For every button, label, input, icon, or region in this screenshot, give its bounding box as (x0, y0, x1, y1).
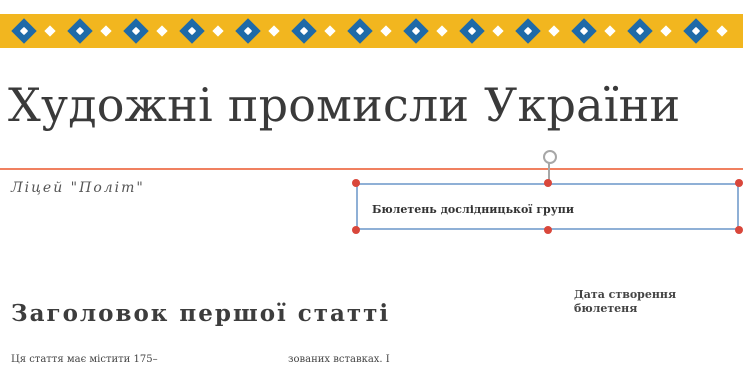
diamond-ornament-icon (460, 19, 484, 43)
bulletin-textbox[interactable]: Бюлетень дослідницької групи (356, 183, 739, 230)
border-motif (8, 14, 64, 48)
resize-handle-icon[interactable] (352, 226, 360, 234)
document-page: Художні промисли України Ліцей "Політ" Б… (0, 0, 743, 369)
diamond-ornament-icon (516, 19, 540, 43)
border-motif (456, 14, 512, 48)
bulletin-label[interactable]: Бюлетень дослідницької групи (372, 203, 574, 216)
resize-handle-icon[interactable] (544, 226, 552, 234)
dot-ornament-icon (492, 25, 504, 37)
dot-ornament-icon (436, 25, 448, 37)
dot-ornament-icon (268, 25, 280, 37)
title-divider (0, 168, 743, 170)
dot-ornament-icon (604, 25, 616, 37)
border-motif (512, 14, 568, 48)
diamond-ornament-icon (180, 19, 204, 43)
border-motif (568, 14, 624, 48)
border-motif (64, 14, 120, 48)
dot-ornament-icon (660, 25, 672, 37)
border-motif-row (8, 14, 736, 48)
diamond-ornament-icon (684, 19, 708, 43)
dot-ornament-icon (324, 25, 336, 37)
diamond-ornament-icon (12, 19, 36, 43)
article-body-left[interactable]: Ця стаття має містити 175– (11, 354, 158, 365)
dot-ornament-icon (156, 25, 168, 37)
border-motif (680, 14, 736, 48)
diamond-ornament-icon (292, 19, 316, 43)
border-motif (232, 14, 288, 48)
border-motif (400, 14, 456, 48)
article-body-right[interactable]: зованих вставках. І (288, 354, 390, 365)
border-motif (624, 14, 680, 48)
border-motif (176, 14, 232, 48)
dot-ornament-icon (380, 25, 392, 37)
dot-ornament-icon (100, 25, 112, 37)
rotate-handle-icon[interactable] (543, 150, 557, 164)
newsletter-title[interactable]: Художні промисли України (8, 78, 680, 132)
diamond-ornament-icon (572, 19, 596, 43)
diamond-ornament-icon (628, 19, 652, 43)
diamond-ornament-icon (404, 19, 428, 43)
decorative-border-band (0, 14, 743, 48)
resize-handle-icon[interactable] (735, 179, 743, 187)
border-motif (120, 14, 176, 48)
diamond-ornament-icon (348, 19, 372, 43)
diamond-ornament-icon (68, 19, 92, 43)
resize-handle-icon[interactable] (544, 179, 552, 187)
article-heading[interactable]: Заголовок першої статті (11, 300, 390, 327)
resize-handle-icon[interactable] (735, 226, 743, 234)
border-motif (288, 14, 344, 48)
dot-ornament-icon (44, 25, 56, 37)
dot-ornament-icon (548, 25, 560, 37)
school-name[interactable]: Ліцей "Політ" (11, 180, 145, 196)
diamond-ornament-icon (236, 19, 260, 43)
border-motif (344, 14, 400, 48)
resize-handle-icon[interactable] (352, 179, 360, 187)
date-label[interactable]: Дата створення бюлетеня (574, 288, 734, 316)
dot-ornament-icon (716, 25, 728, 37)
dot-ornament-icon (212, 25, 224, 37)
diamond-ornament-icon (124, 19, 148, 43)
